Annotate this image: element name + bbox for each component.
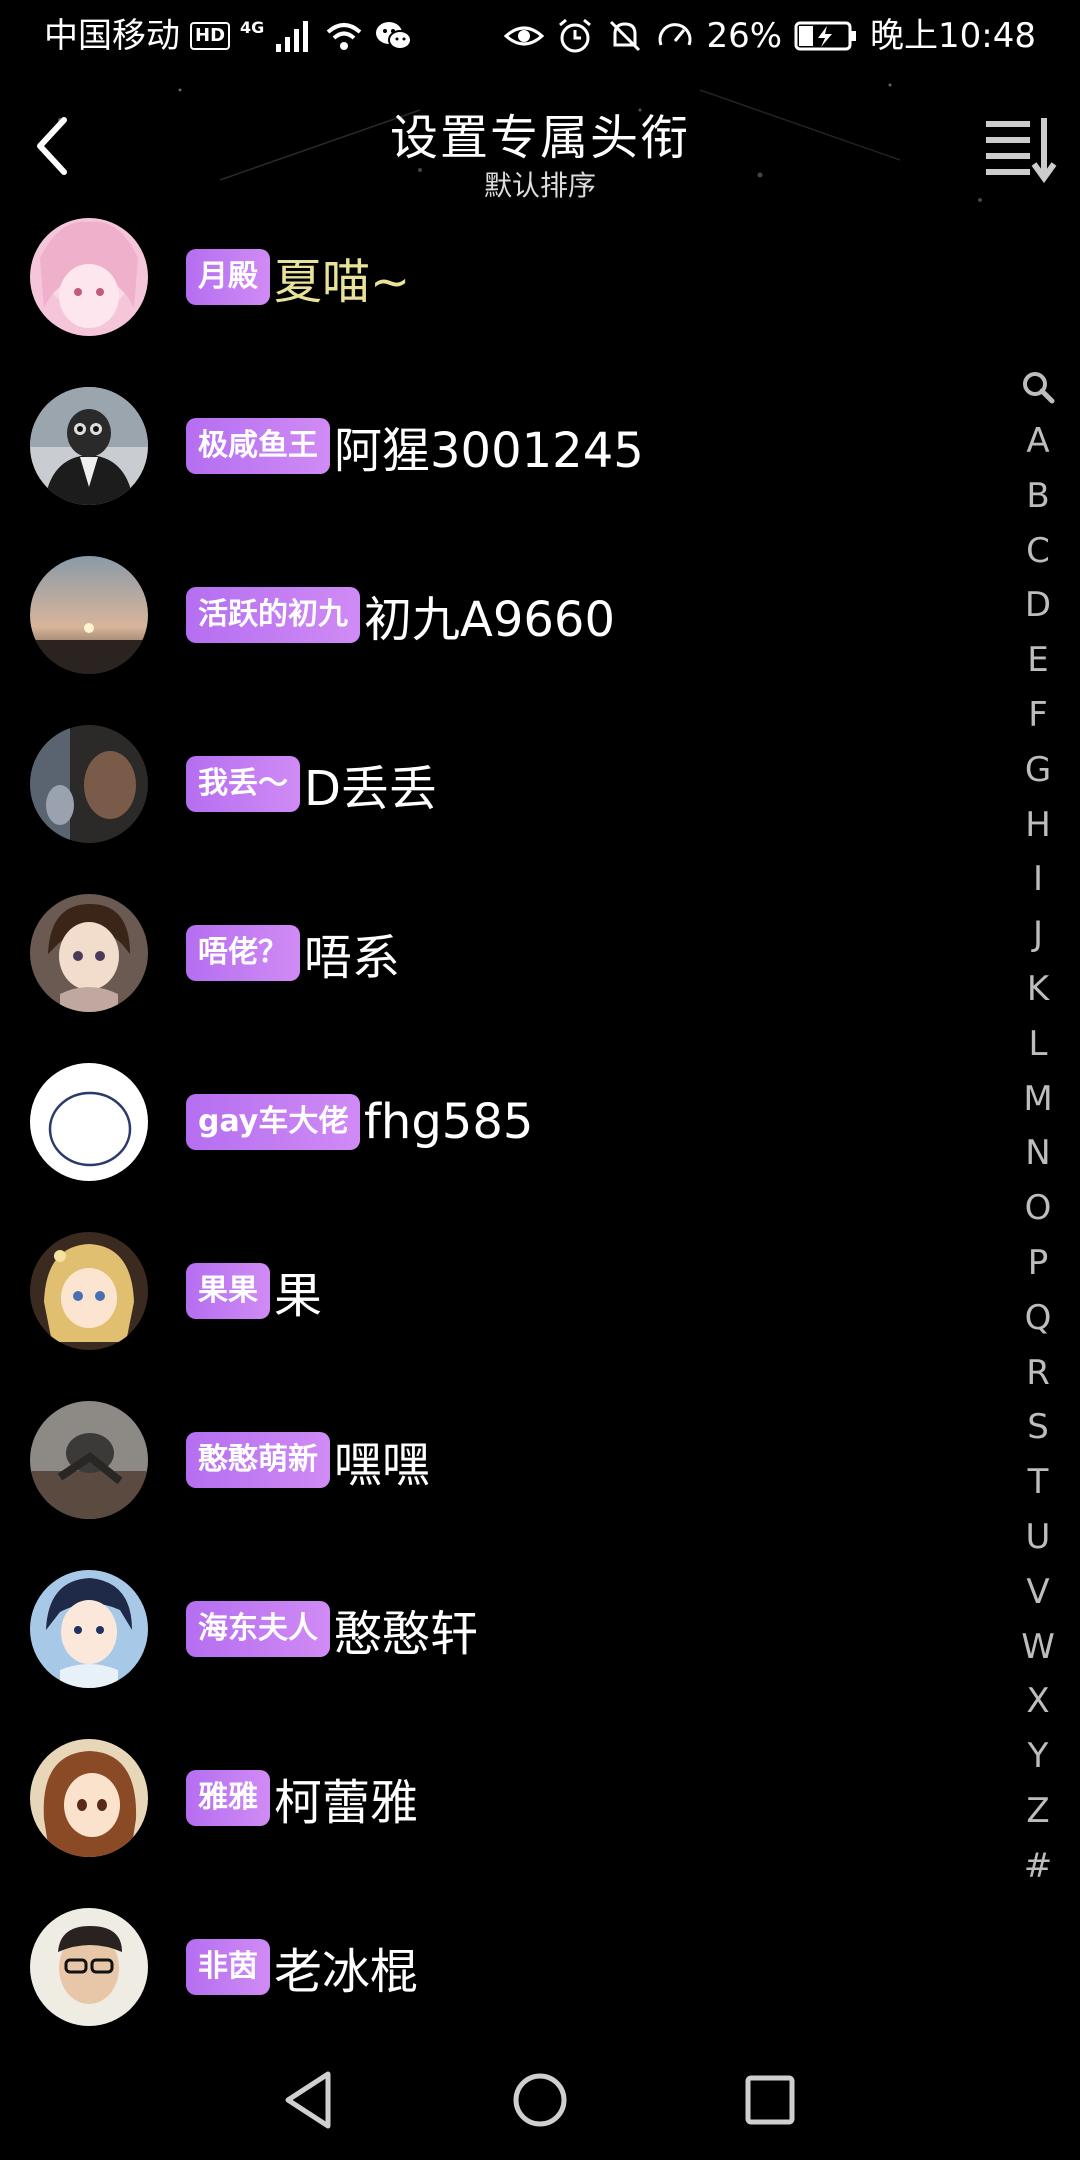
status-bar: 中国移动 HD 4G 26% 晚上10:48 bbox=[0, 0, 1080, 72]
avatar[interactable] bbox=[30, 217, 148, 336]
clock: 晚上10:48 bbox=[870, 16, 1036, 56]
triangle-back-icon[interactable] bbox=[270, 2060, 350, 2140]
carrier-label: 中国移动 bbox=[44, 16, 180, 56]
list-item[interactable]: 活跃的初九 初九A9660 bbox=[0, 530, 980, 699]
wechat-icon bbox=[376, 22, 413, 50]
index-letter[interactable]: Y bbox=[1008, 1729, 1068, 1784]
index-letter[interactable]: W bbox=[1008, 1620, 1068, 1675]
signal-icon bbox=[276, 21, 309, 52]
contact-name: 柯蕾雅 bbox=[274, 1774, 419, 1831]
title-badge: 月殿 bbox=[186, 248, 270, 305]
index-letter[interactable]: D bbox=[1008, 578, 1068, 633]
avatar[interactable] bbox=[30, 1569, 148, 1688]
index-letter[interactable]: R bbox=[1008, 1346, 1068, 1401]
index-letter[interactable]: P bbox=[1008, 1236, 1068, 1291]
index-letter[interactable]: N bbox=[1008, 1126, 1068, 1181]
mute-bell-icon bbox=[610, 20, 641, 52]
contact-list: 月殿 夏喵~ 极咸鱼王 阿猩3001245 活跃的初九 初九A9660 我丢～ … bbox=[0, 192, 980, 2032]
contact-name: 夏喵~ bbox=[274, 253, 411, 310]
list-item[interactable]: gay车大佬 fhg585 bbox=[0, 1037, 980, 1206]
index-letter[interactable]: # bbox=[1008, 1839, 1068, 1894]
contact-name: 果 bbox=[274, 1267, 323, 1324]
avatar[interactable] bbox=[30, 555, 148, 674]
index-letter[interactable]: B bbox=[1008, 469, 1068, 524]
index-letter[interactable]: O bbox=[1008, 1181, 1068, 1236]
index-letter[interactable]: I bbox=[1008, 852, 1068, 907]
index-letter[interactable]: H bbox=[1008, 798, 1068, 853]
circle-home-icon[interactable] bbox=[500, 2060, 580, 2140]
square-recents-icon[interactable] bbox=[730, 2060, 810, 2140]
index-letter[interactable]: Q bbox=[1008, 1291, 1068, 1346]
index-letter[interactable]: M bbox=[1008, 1072, 1068, 1127]
title-badge: 唔佬？ bbox=[186, 924, 300, 981]
avatar[interactable] bbox=[30, 893, 148, 1012]
avatar[interactable] bbox=[30, 1062, 148, 1181]
contact-name: 老冰棍 bbox=[274, 1943, 419, 2000]
index-letter[interactable]: J bbox=[1008, 907, 1068, 962]
index-letter[interactable]: Z bbox=[1008, 1784, 1068, 1839]
index-letter[interactable]: T bbox=[1008, 1455, 1068, 1510]
battery-percent: 26% bbox=[706, 16, 783, 56]
navigation-bar bbox=[0, 2040, 1080, 2160]
page-title: 设置专属头衔 bbox=[389, 110, 690, 166]
title-badge: 雅雅 bbox=[186, 1769, 270, 1826]
hd-badge: HD bbox=[190, 22, 231, 50]
contact-name: 阿猩3001245 bbox=[334, 422, 644, 479]
contact-name: 嘿嘿 bbox=[334, 1436, 431, 1493]
list-item[interactable]: 极咸鱼王 阿猩3001245 bbox=[0, 361, 980, 530]
index-letter[interactable]: V bbox=[1008, 1565, 1068, 1620]
contact-name: 憨憨轩 bbox=[334, 1605, 479, 1662]
title-badge: 非茵 bbox=[186, 1938, 270, 1995]
alphabet-index[interactable]: A B C D E F G H I J K L M N O P Q R S T U V W X Y Z # bbox=[1008, 360, 1068, 1894]
contact-name: 初九A9660 bbox=[364, 591, 615, 648]
title-badge: 憨憨萌新 bbox=[186, 1431, 330, 1488]
wifi-icon bbox=[326, 23, 362, 50]
contact-name: fhg585 bbox=[364, 1093, 534, 1150]
speed-gauge-icon bbox=[658, 23, 692, 46]
eye-icon bbox=[504, 26, 545, 46]
contact-name: 唔系 bbox=[304, 929, 401, 986]
contact-name: D丢丢 bbox=[304, 760, 437, 817]
sort-list-icon[interactable] bbox=[980, 112, 1060, 184]
title-badge: gay车大佬 bbox=[186, 1093, 361, 1150]
index-letter[interactable]: E bbox=[1008, 633, 1068, 688]
index-letter[interactable]: X bbox=[1008, 1674, 1068, 1729]
index-search-icon[interactable] bbox=[1008, 360, 1068, 414]
title-badge: 极咸鱼王 bbox=[186, 417, 330, 474]
avatar[interactable] bbox=[30, 386, 148, 505]
screen: 中国移动 HD 4G 26% 晚上10:48 设置专属头衔 默认排序 月殿 夏喵… bbox=[0, 0, 1080, 2160]
network-type: 4G bbox=[240, 18, 265, 37]
title-badge: 我丢～ bbox=[186, 755, 300, 812]
index-letter[interactable]: S bbox=[1008, 1400, 1068, 1455]
avatar[interactable] bbox=[30, 1400, 148, 1519]
list-item[interactable]: 月殿 夏喵~ bbox=[0, 192, 980, 361]
alarm-icon bbox=[559, 18, 592, 53]
title-badge: 海东夫人 bbox=[186, 1600, 330, 1657]
list-item[interactable]: 非茵 老冰棍 bbox=[0, 1882, 980, 2032]
list-item[interactable]: 憨憨萌新 嘿嘿 bbox=[0, 1375, 980, 1544]
index-letter[interactable]: U bbox=[1008, 1510, 1068, 1565]
list-item[interactable]: 唔佬？ 唔系 bbox=[0, 868, 980, 1037]
avatar[interactable] bbox=[30, 1907, 148, 2026]
battery-charging-icon bbox=[794, 21, 857, 51]
index-letter[interactable]: A bbox=[1008, 414, 1068, 469]
list-item[interactable]: 果果 果 bbox=[0, 1206, 980, 1375]
index-letter[interactable]: C bbox=[1008, 524, 1068, 579]
header: 设置专属头衔 默认排序 bbox=[0, 72, 1080, 212]
list-item[interactable]: 海东夫人 憨憨轩 bbox=[0, 1544, 980, 1713]
title-badge: 果果 bbox=[186, 1262, 270, 1319]
avatar[interactable] bbox=[30, 1231, 148, 1350]
avatar[interactable] bbox=[30, 724, 148, 843]
index-letter[interactable]: F bbox=[1008, 688, 1068, 743]
list-item[interactable]: 我丢～ D丢丢 bbox=[0, 699, 980, 868]
index-letter[interactable]: K bbox=[1008, 962, 1068, 1017]
index-letter[interactable]: L bbox=[1008, 1017, 1068, 1072]
list-item[interactable]: 雅雅 柯蕾雅 bbox=[0, 1713, 980, 1882]
avatar[interactable] bbox=[30, 1738, 148, 1857]
index-letter[interactable]: G bbox=[1008, 743, 1068, 798]
title-badge: 活跃的初九 bbox=[186, 586, 360, 643]
